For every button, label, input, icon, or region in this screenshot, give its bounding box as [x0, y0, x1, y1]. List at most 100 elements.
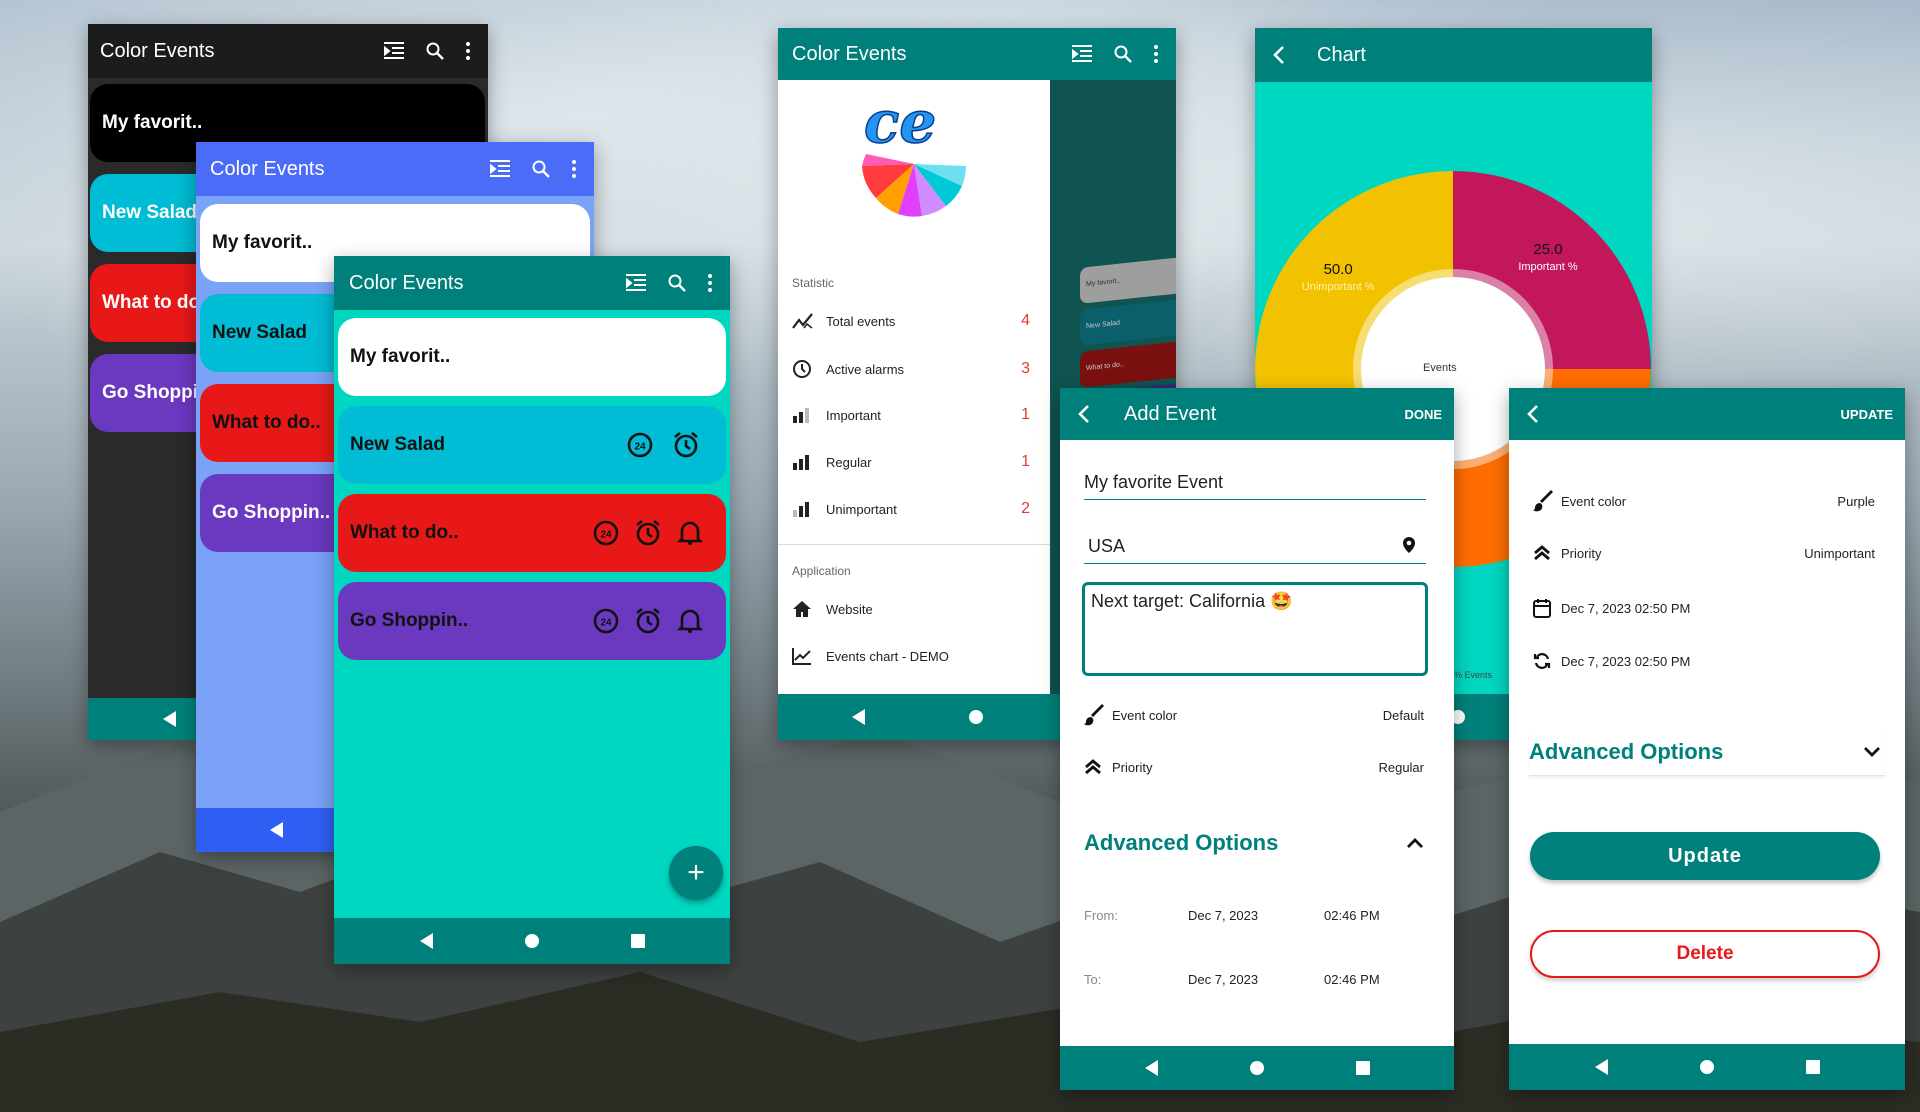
priority-chevrons-icon	[1533, 544, 1561, 562]
statistic-header: Statistic	[792, 276, 835, 290]
event-title: My favorit..	[350, 346, 451, 367]
priority-row[interactable]: Priority Regular	[1084, 758, 1424, 776]
drawer-item-label: Website	[826, 601, 873, 617]
location-pin-icon[interactable]	[1402, 536, 1416, 563]
done-button[interactable]: DONE	[1404, 407, 1442, 422]
priority-row[interactable]: Priority Unimportant	[1533, 544, 1875, 562]
home-nav-icon[interactable]	[1699, 1060, 1714, 1074]
setting-value: Default	[1382, 707, 1424, 723]
search-icon[interactable]	[426, 42, 444, 60]
app-title: Color Events	[210, 157, 325, 180]
update-button-label: Update	[1668, 844, 1742, 867]
recents-nav-icon[interactable]	[1805, 1060, 1820, 1074]
to-date[interactable]: Dec 7, 2023	[1188, 972, 1258, 987]
location-value: USA	[1088, 536, 1126, 556]
event-color-row[interactable]: Event color Default	[1084, 704, 1424, 726]
back-nav-icon[interactable]	[163, 711, 176, 727]
event-title: Go Shoppin..	[350, 610, 469, 631]
delete-button-label: Delete	[1676, 943, 1734, 964]
svg-text:24: 24	[600, 618, 612, 629]
reorder-icon[interactable]	[384, 42, 404, 60]
add-event-fab[interactable]: +	[669, 846, 723, 900]
event-card[interactable]: New Salad 24	[338, 406, 726, 484]
timer-24-icon: 24	[626, 431, 654, 459]
more-vert-icon[interactable]	[466, 42, 470, 60]
recents-nav-icon[interactable]	[1355, 1061, 1370, 1075]
advanced-options-toggle[interactable]: Advanced Options	[1529, 728, 1885, 776]
app-bar: Color Events	[88, 24, 488, 78]
notification-bell-icon	[676, 607, 704, 635]
event-title: My favorit..	[212, 232, 313, 253]
peek-title: New Salad	[1086, 319, 1120, 331]
back-nav-icon[interactable]	[419, 933, 433, 949]
chevron-down-icon[interactable]	[1863, 746, 1881, 758]
event-title: Go Shoppin..	[212, 502, 331, 523]
setting-label: Event color	[1561, 493, 1627, 509]
note-textarea[interactable]: Next target: California 🤩	[1082, 582, 1428, 676]
reorder-icon[interactable]	[626, 274, 646, 292]
stat-label: Important	[826, 407, 881, 423]
location-field[interactable]: USA	[1084, 530, 1426, 564]
event-color-row[interactable]: Event color Purple	[1533, 490, 1875, 512]
update-action-button[interactable]: UPDATE	[1841, 407, 1893, 422]
search-icon[interactable]	[1114, 45, 1132, 63]
to-time[interactable]: 02:46 PM	[1324, 972, 1380, 987]
home-nav-icon[interactable]	[524, 934, 539, 948]
back-nav-icon[interactable]	[270, 822, 283, 838]
home-nav-icon[interactable]	[969, 710, 983, 724]
peek-card: What to do..	[1080, 340, 1176, 388]
home-icon	[792, 600, 826, 618]
home-nav-icon[interactable]	[1249, 1061, 1264, 1075]
more-vert-icon[interactable]	[572, 160, 576, 178]
event-card[interactable]: What to do.. 24	[338, 494, 726, 572]
recents-nav-icon[interactable]	[630, 934, 645, 948]
svg-text:24: 24	[600, 530, 612, 541]
application-header: Application	[792, 564, 851, 578]
start-date-row[interactable]: Dec 7, 2023 02:50 PM	[1533, 598, 1875, 618]
stat-regular: Regular 1	[792, 453, 1030, 471]
drawer-item-label: Events chart - DEMO	[826, 648, 949, 664]
alarm-clock-icon	[634, 519, 662, 547]
advanced-options-toggle[interactable]: Advanced Options	[1084, 830, 1424, 856]
app-bar: Color Events	[778, 28, 1176, 80]
stat-value: 1	[1021, 406, 1030, 423]
search-icon[interactable]	[668, 274, 686, 292]
back-arrow-icon[interactable]	[1273, 45, 1285, 65]
chevron-up-icon[interactable]	[1406, 837, 1424, 849]
event-card[interactable]: My favorit..	[338, 318, 726, 396]
back-nav-icon[interactable]	[1594, 1059, 1608, 1075]
drawer-item-website[interactable]: Website	[792, 600, 1030, 618]
from-date[interactable]: Dec 7, 2023	[1188, 908, 1258, 923]
alarm-clock-icon	[634, 607, 662, 635]
back-arrow-icon[interactable]	[1527, 404, 1539, 424]
to-label: To:	[1084, 972, 1102, 987]
slice-name-label: Unimportant %	[1302, 281, 1375, 293]
more-vert-icon[interactable]	[1154, 45, 1158, 63]
setting-label: Event color	[1112, 707, 1178, 723]
update-button[interactable]: Update	[1530, 832, 1880, 880]
back-nav-icon[interactable]	[1144, 1060, 1158, 1076]
peek-card: New Salad	[1080, 298, 1176, 346]
stat-label: Total events	[826, 313, 896, 329]
event-card[interactable]: Go Shoppin.. 24	[338, 582, 726, 660]
event-title: New Salad	[212, 322, 308, 343]
screen-title: Add Event	[1124, 402, 1217, 425]
repeat-date-row[interactable]: Dec 7, 2023 02:50 PM	[1533, 652, 1875, 670]
more-vert-icon[interactable]	[708, 274, 712, 292]
from-label: From:	[1084, 908, 1118, 923]
priority-chevrons-icon	[1084, 758, 1112, 776]
setting-value: Unimportant	[1804, 545, 1875, 561]
back-arrow-icon[interactable]	[1078, 404, 1090, 424]
sync-icon	[1533, 652, 1561, 670]
reorder-icon[interactable]	[1072, 45, 1092, 63]
event-name-field[interactable]: My favorite Event	[1084, 468, 1426, 500]
delete-button[interactable]: Delete	[1530, 930, 1880, 978]
drawer-item-events-chart[interactable]: Events chart - DEMO	[792, 647, 1030, 665]
from-time[interactable]: 02:46 PM	[1324, 908, 1380, 923]
search-icon[interactable]	[532, 160, 550, 178]
reorder-icon[interactable]	[490, 160, 510, 178]
back-nav-icon[interactable]	[852, 709, 865, 725]
setting-value: Regular	[1378, 759, 1424, 775]
stat-active-alarms: Active alarms 3	[792, 359, 1030, 379]
event-title: Go Shoppi	[102, 382, 199, 403]
